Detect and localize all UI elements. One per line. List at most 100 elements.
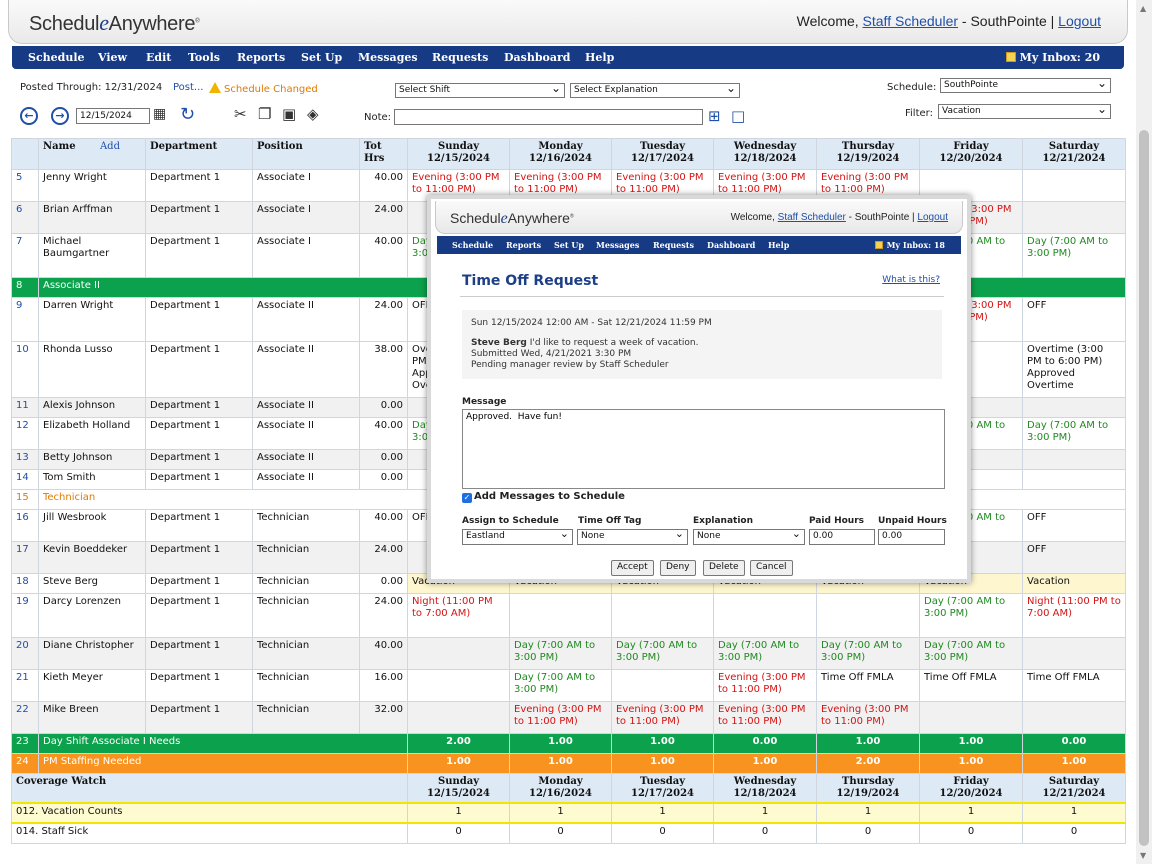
col-position[interactable]: Position [252, 138, 360, 170]
employee-name[interactable]: Steve Berg [38, 573, 146, 594]
summary-value[interactable]: 0.00 [1022, 733, 1126, 754]
summary-value[interactable]: 1.00 [919, 733, 1023, 754]
shift-cell[interactable]: Evening (3:00 PM to 11:00 PM) [713, 669, 817, 702]
menu-help[interactable]: Help [585, 51, 614, 64]
col-name[interactable]: Name Add [38, 138, 146, 170]
dialog-menu-setup[interactable]: Set Up [554, 240, 584, 250]
shift-cell[interactable]: Day (7:00 AM to 3:00 PM) [713, 637, 817, 670]
shift-cell[interactable]: Day (7:00 AM to 3:00 PM) [611, 637, 714, 670]
menu-messages[interactable]: Messages [358, 51, 418, 64]
coverage-label[interactable]: 012. Vacation Counts [11, 802, 408, 824]
menu-schedule[interactable]: Schedule [28, 51, 85, 64]
summary-value[interactable]: 2.00 [816, 753, 920, 774]
select-explanation[interactable]: Select Explanation [570, 81, 740, 98]
shift-cell[interactable]: Evening (3:00 PM to 11:00 PM) [509, 701, 612, 734]
shift-cell[interactable]: Day (7:00 AM to 3:00 PM) [919, 637, 1023, 670]
shift-cell[interactable] [407, 669, 510, 702]
shift-cell[interactable] [1022, 201, 1126, 234]
summary-value[interactable]: 1.00 [509, 733, 612, 754]
delete-button[interactable]: Delete [703, 560, 745, 576]
shift-cell[interactable] [1022, 397, 1126, 418]
shift-cell[interactable]: OFF [1022, 541, 1126, 574]
summary-value[interactable]: 1.00 [611, 753, 714, 774]
employee-name[interactable]: Tom Smith [38, 469, 146, 490]
shift-cell[interactable]: Evening (3:00 PM to 11:00 PM) [816, 701, 920, 734]
shift-cell[interactable]: Day (7:00 AM to 3:00 PM) [919, 593, 1023, 638]
document-icon[interactable]: □ [731, 107, 745, 125]
shift-cell[interactable]: Day (7:00 AM to 3:00 PM) [1022, 233, 1126, 278]
schedule-select[interactable]: SouthPointe [940, 76, 1111, 93]
summary-value[interactable]: 1.00 [611, 733, 714, 754]
shift-cell[interactable] [1022, 637, 1126, 670]
shift-cell[interactable]: Day (7:00 AM to 3:00 PM) [509, 669, 612, 702]
employee-name[interactable]: Diane Christopher [38, 637, 146, 670]
add-messages-checkbox[interactable]: ✓ Add Messages to Schedule [462, 491, 625, 503]
scroll-up-icon[interactable]: ▲ [1140, 4, 1146, 13]
col-day-6[interactable]: Saturday 12/21/2024 [1022, 138, 1126, 170]
shift-cell[interactable] [611, 669, 714, 702]
shift-cell[interactable]: Time Off FMLA [919, 669, 1023, 702]
copy-icon[interactable]: ❐ [258, 105, 271, 123]
next-week-button[interactable]: → [51, 107, 69, 125]
dialog-menu-requests[interactable]: Requests [653, 240, 694, 250]
unpaid-hours-input[interactable]: 0.00 [878, 529, 945, 545]
shift-cell[interactable] [1022, 469, 1126, 490]
col-day-4[interactable]: Thursday 12/19/2024 [816, 138, 920, 170]
shift-cell[interactable]: Time Off FMLA [1022, 669, 1126, 702]
employee-name[interactable]: Betty Johnson [38, 449, 146, 470]
explanation-select[interactable]: None [693, 527, 805, 545]
col-tot-hrs[interactable]: Tot Hrs [359, 138, 408, 170]
shift-cell[interactable]: Day (7:00 AM to 3:00 PM) [509, 637, 612, 670]
shift-cell[interactable] [1022, 169, 1126, 202]
col-day-5[interactable]: Friday 12/20/2024 [919, 138, 1023, 170]
shift-cell[interactable] [1022, 701, 1126, 734]
shift-cell[interactable] [509, 593, 612, 638]
assign-select[interactable]: Eastland [462, 527, 573, 545]
message-textarea[interactable]: Approved. Have fun! [462, 409, 945, 489]
dialog-inbox-link[interactable]: My Inbox: 18 [874, 240, 945, 250]
menu-tools[interactable]: Tools [188, 51, 220, 64]
dialog-logo[interactable]: ScheduleAnywhere® [450, 210, 574, 228]
add-note-icon[interactable]: ⊞ [708, 107, 721, 125]
employee-name[interactable]: Darcy Lorenzen [38, 593, 146, 638]
summary-value[interactable]: 1.00 [509, 753, 612, 774]
shift-cell[interactable] [1022, 449, 1126, 470]
dialog-menu-schedule[interactable]: Schedule [452, 240, 493, 250]
summary-value[interactable]: 0.00 [713, 733, 817, 754]
summary-value[interactable]: 1.00 [713, 753, 817, 774]
logout-link[interactable]: Logout [1058, 13, 1101, 29]
dialog-menu-dashboard[interactable]: Dashboard [707, 240, 755, 250]
eraser-icon[interactable]: ◈ [307, 105, 319, 123]
col-day-3[interactable]: Wednesday 12/18/2024 [713, 138, 817, 170]
deny-button[interactable]: Deny [660, 560, 696, 576]
shift-cell[interactable]: Overtime (3:00 PM to 6:00 PM) Approved O… [1022, 341, 1126, 398]
employee-name[interactable]: Elizabeth Holland [38, 417, 146, 450]
col-day-1[interactable]: Monday 12/16/2024 [509, 138, 612, 170]
schedule-changed[interactable]: Schedule Changed [209, 82, 318, 95]
user-link[interactable]: Staff Scheduler [863, 13, 958, 29]
menu-dashboard[interactable]: Dashboard [504, 51, 571, 64]
shift-cell[interactable] [407, 701, 510, 734]
summary-value[interactable]: 1.00 [407, 753, 510, 774]
shift-cell[interactable]: OFF [1022, 509, 1126, 542]
col-day-2[interactable]: Tuesday 12/17/2024 [611, 138, 714, 170]
refresh-icon[interactable]: ↻ [180, 104, 195, 125]
shift-cell[interactable]: Vacation [1022, 573, 1126, 594]
what-is-this-link[interactable]: What is this? [882, 275, 940, 285]
employee-name[interactable]: Jenny Wright [38, 169, 146, 202]
menu-requests[interactable]: Requests [432, 51, 488, 64]
date-input[interactable]: 12/15/2024 [76, 108, 150, 124]
shift-cell[interactable] [611, 593, 714, 638]
summary-value[interactable]: 1.00 [816, 733, 920, 754]
shift-cell[interactable]: Night (11:00 PM to 7:00 AM) [1022, 593, 1126, 638]
shift-cell[interactable]: Time Off FMLA [816, 669, 920, 702]
employee-name[interactable]: Rhonda Lusso [38, 341, 146, 398]
menu-view[interactable]: View [98, 51, 127, 64]
select-shift[interactable]: Select Shift [395, 81, 565, 98]
employee-name[interactable]: Darren Wright [38, 297, 146, 342]
scrollbar-thumb[interactable] [1139, 130, 1149, 846]
cut-icon[interactable]: ✂ [234, 105, 247, 123]
dialog-user-link[interactable]: Staff Scheduler [778, 212, 846, 223]
scroll-down-icon[interactable]: ▼ [1140, 851, 1146, 860]
paste-icon[interactable]: ▣ [282, 105, 296, 123]
